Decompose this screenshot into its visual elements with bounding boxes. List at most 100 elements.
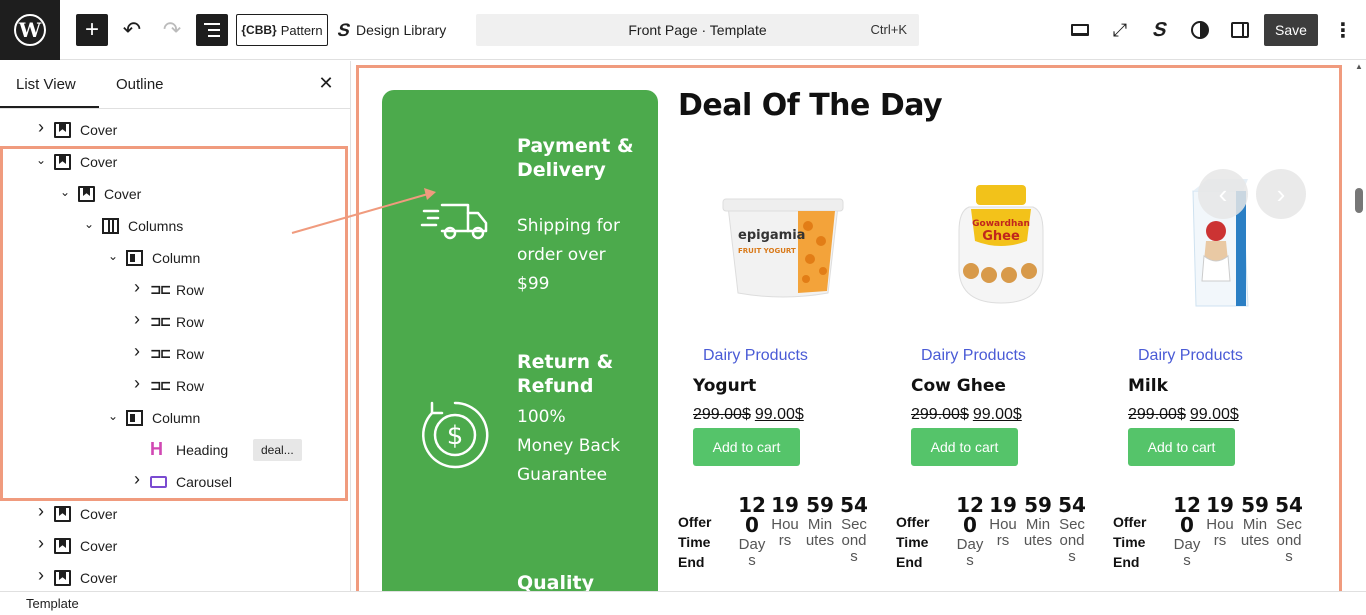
scroll-up-icon[interactable]: ▲ bbox=[1355, 62, 1363, 71]
list-view-item-column[interactable]: ⌄ Column bbox=[0, 402, 351, 434]
pattern-button[interactable]: {CBB} Pattern bbox=[236, 14, 328, 46]
chevron-right-icon[interactable]: › bbox=[130, 373, 144, 394]
list-view-item-row[interactable]: › ⊐⊏ Row bbox=[0, 306, 351, 338]
product-name[interactable]: Yogurt bbox=[693, 376, 756, 396]
add-to-cart-button[interactable]: Add to cart bbox=[911, 428, 1018, 466]
list-view-toggle-button[interactable] bbox=[196, 14, 228, 46]
design-library-button[interactable]: S Design Library bbox=[335, 14, 454, 46]
feature-title: Return & Refund bbox=[517, 351, 614, 397]
list-view-item-label: Cover bbox=[80, 154, 118, 170]
product-name[interactable]: Cow Ghee bbox=[911, 376, 1006, 396]
options-menu-button[interactable]: ⋮ bbox=[1327, 14, 1359, 46]
chevron-down-icon[interactable]: ⌄ bbox=[82, 217, 96, 231]
row-block-icon: ⊐⊏ bbox=[150, 313, 171, 329]
scrollbar-thumb[interactable] bbox=[1355, 188, 1363, 213]
ghee-product-image[interactable]: Gowardhan Ghee bbox=[931, 171, 1071, 311]
product-price: 299.00$ 99.00$ bbox=[693, 406, 804, 424]
product-category-link[interactable]: Dairy Products bbox=[703, 347, 808, 365]
chevron-right-icon[interactable]: › bbox=[130, 469, 144, 490]
chevron-right-icon: › bbox=[1276, 178, 1286, 209]
list-view-icon bbox=[204, 23, 220, 37]
carousel-prev-button[interactable]: ‹ bbox=[1198, 169, 1248, 219]
add-block-button[interactable]: + bbox=[76, 14, 108, 46]
chevron-down-icon[interactable]: ⌄ bbox=[106, 409, 120, 423]
editor-top-bar: W + ↶ ↷ {CBB} Pattern S Design Library F… bbox=[0, 0, 1366, 60]
close-icon[interactable]: ✕ bbox=[316, 73, 336, 94]
row-block-icon: ⊐⊏ bbox=[150, 377, 171, 393]
chevron-right-icon[interactable]: › bbox=[34, 501, 48, 522]
command-palette-bar[interactable]: Front Page · Template Ctrl+K bbox=[476, 14, 919, 46]
list-view-item-label: Cover bbox=[80, 506, 118, 522]
list-view-item-carousel[interactable]: › Carousel bbox=[0, 466, 351, 498]
list-view-item-heading[interactable]: H Heading deal... bbox=[0, 434, 351, 466]
product-price: 299.00$ 99.00$ bbox=[911, 406, 1022, 424]
device-preview-button[interactable] bbox=[1064, 14, 1096, 46]
undo-button[interactable]: ↶ bbox=[118, 14, 146, 46]
product-category-link[interactable]: Dairy Products bbox=[921, 347, 1026, 365]
redo-button[interactable]: ↷ bbox=[158, 14, 186, 46]
settings-sidebar-button[interactable] bbox=[1224, 14, 1256, 46]
countdown-seconds: 54 Seconds bbox=[840, 493, 868, 565]
list-view-item-cover[interactable]: ⌄ Cover bbox=[0, 146, 351, 178]
deal-of-the-day-heading[interactable]: Deal Of The Day bbox=[678, 88, 943, 123]
svg-text:epigamia: epigamia bbox=[738, 228, 805, 243]
tab-outline[interactable]: Outline bbox=[116, 76, 164, 93]
list-view-item-label: Row bbox=[176, 314, 205, 330]
canvas-scrollbar[interactable] bbox=[1352, 61, 1366, 591]
list-view-item-label: Columns bbox=[128, 218, 184, 234]
editor-canvas[interactable]: Payment & Delivery Shipping for order ov… bbox=[352, 61, 1352, 591]
list-view-item-label: Row bbox=[176, 282, 205, 298]
cover-block-icon bbox=[78, 186, 95, 202]
delivery-truck-icon bbox=[420, 203, 488, 240]
product-name[interactable]: Milk bbox=[1128, 376, 1168, 396]
cbb-badge: {CBB} bbox=[241, 23, 277, 37]
countdown-minutes: 59 Minutes bbox=[805, 493, 835, 549]
chevron-right-icon[interactable]: › bbox=[34, 565, 48, 586]
countdown-days: 120 Days bbox=[1173, 493, 1201, 569]
list-view-item-columns[interactable]: ⌄ Columns bbox=[0, 210, 351, 242]
panel-tabs: List View Outline ✕ bbox=[0, 61, 351, 109]
fullscreen-button[interactable]: ⤢ bbox=[1104, 14, 1136, 46]
list-view-item-label: Cover bbox=[104, 186, 142, 202]
list-view-item-label: Row bbox=[176, 346, 205, 362]
refund-dollar-icon: $ bbox=[422, 401, 489, 469]
add-to-cart-button[interactable]: Add to cart bbox=[693, 428, 800, 466]
list-view-item-label: Cover bbox=[80, 122, 118, 138]
countdown-minutes: 59 Minutes bbox=[1240, 493, 1270, 549]
list-view-item-row[interactable]: › ⊐⊏ Row bbox=[0, 274, 351, 306]
list-view-item-cover[interactable]: › Cover bbox=[0, 562, 351, 594]
styles-button[interactable] bbox=[1184, 14, 1216, 46]
breadcrumb-template[interactable]: Template bbox=[26, 596, 79, 611]
list-view-item-column[interactable]: ⌄ Column bbox=[0, 242, 351, 274]
yogurt-product-image[interactable]: epigamia FRUIT YOGURT bbox=[713, 171, 853, 311]
chevron-right-icon[interactable]: › bbox=[130, 277, 144, 298]
list-view-item-label: Column bbox=[152, 410, 201, 426]
countdown-days: 120 Days bbox=[738, 493, 766, 569]
product-card: Dairy Products Milk 299.00$ 99.00$ Add to… bbox=[1113, 161, 1328, 581]
save-button[interactable]: Save bbox=[1264, 14, 1318, 46]
chevron-right-icon[interactable]: › bbox=[130, 309, 144, 330]
chevron-right-icon[interactable]: › bbox=[130, 341, 144, 362]
add-to-cart-button[interactable]: Add to cart bbox=[1128, 428, 1235, 466]
stackable-settings-button[interactable]: S bbox=[1140, 14, 1181, 46]
chevron-right-icon[interactable]: › bbox=[34, 117, 48, 138]
chevron-down-icon[interactable]: ⌄ bbox=[34, 153, 48, 167]
chevron-right-icon[interactable]: › bbox=[34, 533, 48, 554]
chevron-down-icon[interactable]: ⌄ bbox=[58, 185, 72, 199]
list-view-item-cover[interactable]: › Cover bbox=[0, 498, 351, 530]
list-view-item-row[interactable]: › ⊐⊏ Row bbox=[0, 370, 351, 402]
list-view-item-cover[interactable]: › Cover bbox=[0, 114, 351, 146]
chevron-down-icon[interactable]: ⌄ bbox=[106, 249, 120, 263]
feature-text: 100% Money Back Guarantee bbox=[517, 407, 621, 485]
wordpress-logo-button[interactable]: W bbox=[0, 0, 60, 60]
design-library-label: Design Library bbox=[356, 22, 447, 38]
feature-title: Quality bbox=[517, 572, 594, 591]
list-view-item-cover[interactable]: ⌄ Cover bbox=[0, 178, 351, 210]
tab-list-view[interactable]: List View bbox=[16, 76, 76, 93]
list-view-item-cover[interactable]: › Cover bbox=[0, 530, 351, 562]
list-view-item-label: Cover bbox=[80, 570, 118, 586]
list-view-item-label: Cover bbox=[80, 538, 118, 554]
product-category-link[interactable]: Dairy Products bbox=[1138, 347, 1243, 365]
carousel-next-button[interactable]: › bbox=[1256, 169, 1306, 219]
list-view-item-row[interactable]: › ⊐⊏ Row bbox=[0, 338, 351, 370]
